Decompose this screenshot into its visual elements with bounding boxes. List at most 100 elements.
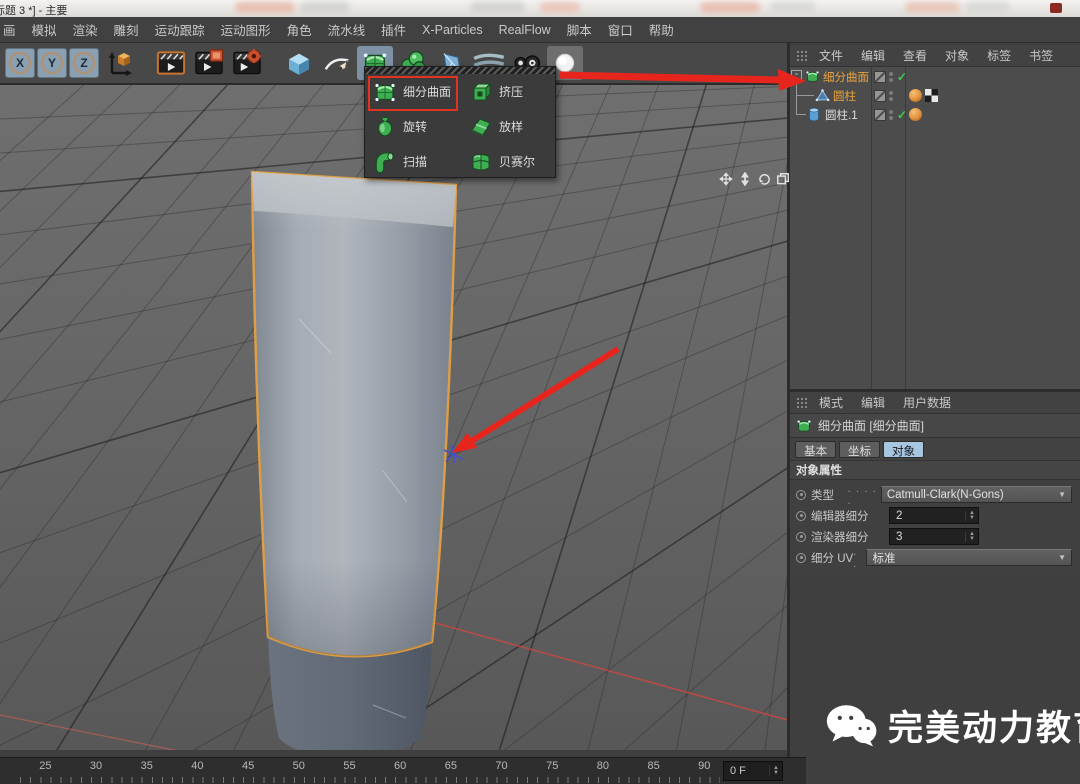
keyframe-circle-icon[interactable] — [796, 490, 806, 500]
axis-line — [0, 715, 248, 750]
primitive-cube-icon — [284, 48, 314, 78]
menu-item[interactable]: 运动跟踪 — [147, 20, 213, 39]
panel-grip-icon[interactable] — [796, 397, 808, 409]
keyframe-circle-icon[interactable] — [796, 532, 806, 542]
om-menu-item[interactable]: 编辑 — [852, 47, 894, 64]
subdivision-surface-icon — [796, 418, 812, 434]
viewport-3d[interactable]: 网格间距 : 100 cm — [0, 84, 789, 750]
render-settings-button[interactable] — [229, 46, 265, 80]
om-menu-item[interactable]: 文件 — [810, 47, 852, 64]
om-menu-item[interactable]: 查看 — [894, 47, 936, 64]
tab-coordinates[interactable]: 坐标 — [839, 441, 880, 458]
axis-lock-y-button[interactable]: Y — [37, 48, 67, 78]
menu-item[interactable]: 脚本 — [559, 20, 600, 39]
timeline-bar: 2530 3540 4550 5560 6570 7580 8590 0 F ▲… — [0, 757, 806, 784]
polygon-object-icon — [815, 88, 830, 103]
am-menu-item[interactable]: 用户数据 — [894, 394, 960, 411]
pan-view-icon[interactable] — [718, 171, 734, 186]
zoom-view-icon[interactable] — [737, 171, 753, 186]
axis-lock-z-button[interactable]: Z — [69, 48, 99, 78]
om-menu-item[interactable]: 书签 — [1020, 47, 1062, 64]
menu-item[interactable]: 雕刻 — [106, 20, 147, 39]
menu-item[interactable]: 帮助 — [641, 20, 682, 39]
blurred-taskbar-item — [540, 2, 580, 13]
blurred-taskbar-item — [470, 2, 525, 13]
current-frame-field[interactable]: 0 F ▲▼ — [723, 761, 783, 781]
panel-grip-icon[interactable] — [796, 50, 808, 62]
attribute-manager-menu: 模式 编辑 用户数据 — [790, 392, 1080, 414]
menu-item-sweep[interactable]: 扫描 — [365, 144, 461, 179]
menu-item-loft[interactable]: 放样 — [461, 109, 557, 144]
uvw-tag[interactable] — [925, 89, 938, 102]
object-row-subdivision-surface[interactable]: 细分曲面 ✓ — [790, 67, 1080, 86]
menu-item[interactable]: 模拟 — [24, 20, 65, 39]
layer-toggle[interactable] — [874, 109, 886, 121]
menu-item[interactable]: 画 — [0, 20, 24, 39]
menu-item-bezier[interactable]: 贝赛尔 — [461, 144, 557, 179]
generator-dropdown-menu: 细分曲面 挤压 旋转 — [364, 66, 556, 178]
keyframe-circle-icon[interactable] — [796, 553, 806, 563]
right-panel: 文件 编辑 查看 对象 标签 书签 - 细分曲面 — [790, 45, 1080, 784]
object-row-cylinder-child[interactable]: 圆柱 — [790, 86, 1080, 105]
menu-item-extrude[interactable]: 挤压 — [461, 74, 557, 109]
stepper-arrows-icon[interactable]: ▲▼ — [769, 766, 782, 776]
visibility-dots[interactable] — [889, 110, 893, 120]
keyframe-circle-icon[interactable] — [796, 511, 806, 521]
om-menu-item[interactable]: 标签 — [978, 47, 1020, 64]
title-bar[interactable]: 标题 3 *] - 主要 — [0, 0, 1080, 17]
menu-tearoff-handle[interactable] — [365, 67, 555, 74]
menu-item[interactable]: 角色 — [279, 20, 320, 39]
subdivision-surface-icon — [805, 69, 820, 84]
om-menu-item[interactable]: 对象 — [936, 47, 978, 64]
stepper-arrows-icon[interactable]: ▲▼ — [965, 532, 978, 542]
frame-value: 0 F — [730, 765, 746, 777]
layer-toggle[interactable] — [874, 71, 886, 83]
editor-subdivision-field[interactable]: 2 ▲▼ — [889, 507, 979, 524]
menu-item-subdivision-surface[interactable]: 细分曲面 — [365, 74, 461, 109]
layer-toggle[interactable] — [874, 90, 886, 102]
tab-basic[interactable]: 基本 — [795, 441, 836, 458]
menu-item[interactable]: 插件 — [373, 20, 414, 39]
timeline-ruler[interactable]: 2530 3540 4550 5560 6570 7580 8590 — [0, 758, 730, 784]
rotate-view-icon[interactable] — [756, 171, 772, 186]
menu-item[interactable]: X-Particles — [414, 23, 490, 37]
menu-item[interactable]: 窗口 — [600, 20, 641, 39]
type-dropdown[interactable]: Catmull-Clark(N-Gons) ▼ — [881, 486, 1072, 503]
visibility-dots[interactable] — [889, 72, 893, 82]
wechat-icon — [826, 704, 878, 748]
object-row-cylinder-1[interactable]: 圆柱.1 ✓ — [790, 105, 1080, 124]
subdivide-uv-dropdown[interactable]: 标准 ▼ — [866, 549, 1072, 566]
material-tag[interactable] — [909, 108, 922, 121]
stepper-arrows-icon[interactable]: ▲▼ — [965, 511, 978, 521]
menu-item[interactable]: 渲染 — [65, 20, 106, 39]
menu-item[interactable]: 流水线 — [320, 20, 374, 39]
tab-object[interactable]: 对象 — [883, 441, 924, 458]
toggle-view-icon[interactable] — [775, 171, 789, 186]
menu-item[interactable]: 运动图形 — [213, 20, 279, 39]
am-menu-item[interactable]: 模式 — [810, 394, 852, 411]
extrude-icon — [469, 80, 493, 104]
object-properties: 类型 . . . . . Catmull-Clark(N-Gons) ▼ 编辑器… — [790, 480, 1080, 574]
menu-item[interactable]: RealFlow — [491, 23, 559, 37]
enabled-check[interactable]: ✓ — [897, 108, 907, 122]
property-row-subdivide-uv: 细分 UV . . 标准 ▼ — [790, 547, 1080, 568]
render-view-icon — [155, 48, 187, 78]
coordinate-system-button[interactable] — [101, 46, 137, 80]
material-tag[interactable] — [909, 89, 922, 102]
render-subdivision-field[interactable]: 3 ▲▼ — [889, 528, 979, 545]
menu-item-lathe[interactable]: 旋转 — [365, 109, 461, 144]
add-primitive-cube-button[interactable] — [281, 46, 317, 80]
visibility-dots[interactable] — [889, 91, 893, 101]
timeline-tick-marks — [20, 777, 720, 783]
am-menu-item[interactable]: 编辑 — [852, 394, 894, 411]
enabled-check[interactable]: ✓ — [897, 70, 907, 84]
spline-pen-button[interactable] — [319, 46, 355, 80]
close-icon[interactable] — [1050, 3, 1062, 13]
render-picture-viewer-button[interactable] — [191, 46, 227, 80]
blurred-taskbar-item — [965, 2, 1010, 13]
axis-lock-x-button[interactable]: X — [5, 48, 35, 78]
chevron-down-icon: ▼ — [1058, 553, 1066, 562]
loft-icon — [469, 115, 493, 139]
dropdown-value: Catmull-Clark(N-Gons) — [887, 489, 1004, 501]
render-view-button[interactable] — [153, 46, 189, 80]
